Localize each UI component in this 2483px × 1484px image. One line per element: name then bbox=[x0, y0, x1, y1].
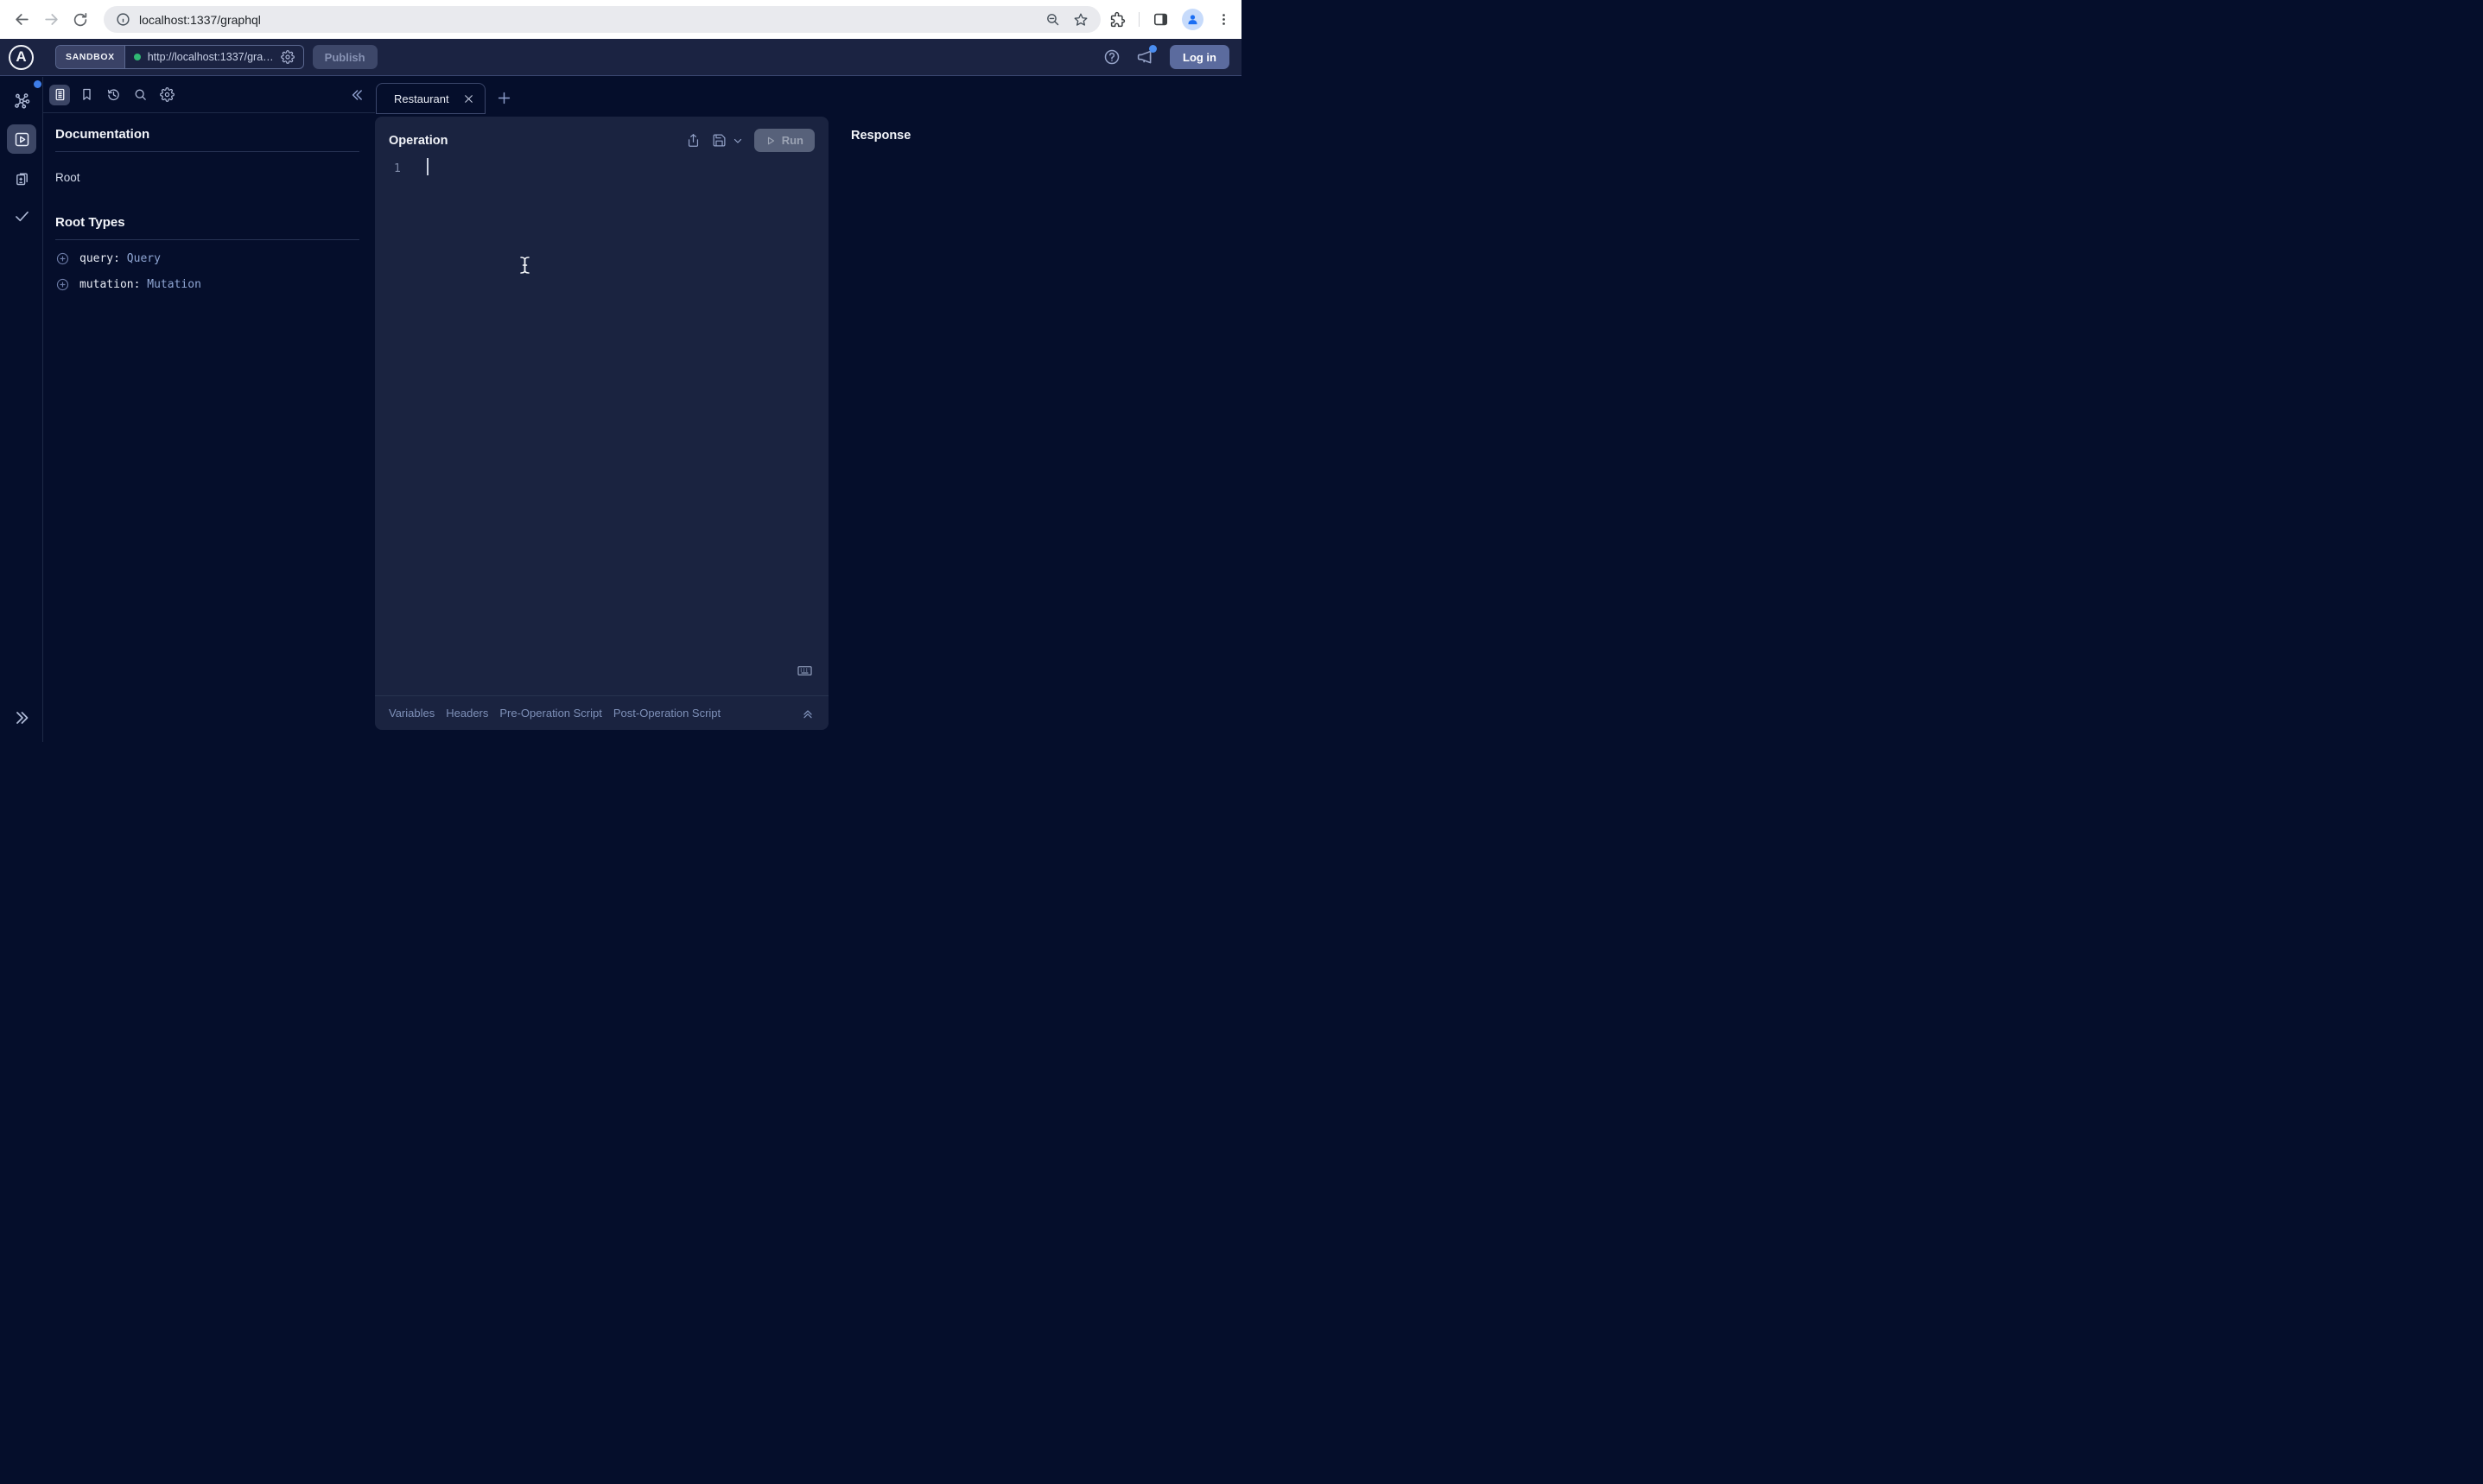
operation-footer: Variables Headers Pre-Operation Script P… bbox=[375, 695, 829, 730]
close-icon[interactable] bbox=[463, 93, 474, 105]
documentation-panel: Documentation Root Root Types query: Que… bbox=[43, 77, 375, 742]
history-icon[interactable] bbox=[103, 85, 124, 105]
sandbox-badge: SANDBOX bbox=[56, 46, 125, 68]
chevron-down-icon[interactable] bbox=[733, 136, 743, 146]
collapse-left-icon[interactable] bbox=[349, 86, 366, 104]
documentation-title: Documentation bbox=[55, 127, 359, 142]
info-icon[interactable] bbox=[116, 12, 130, 27]
expand-right-icon[interactable] bbox=[11, 707, 32, 728]
notification-dot bbox=[1149, 45, 1157, 53]
circle-plus-icon[interactable] bbox=[55, 251, 70, 266]
share-icon[interactable] bbox=[686, 133, 701, 148]
settings-icon[interactable] bbox=[156, 85, 177, 105]
schema-graph-icon[interactable] bbox=[7, 86, 36, 116]
changelog-icon[interactable] bbox=[7, 163, 36, 193]
field-type[interactable]: Query bbox=[127, 252, 161, 265]
tab-post-operation-script[interactable]: Post-Operation Script bbox=[613, 707, 721, 720]
side-panel-icon[interactable] bbox=[1153, 11, 1169, 28]
text-caret bbox=[427, 158, 429, 175]
url-text[interactable]: localhost:1337/graphql bbox=[139, 13, 1045, 27]
toolbar-divider bbox=[1139, 12, 1140, 27]
explorer-icon[interactable] bbox=[7, 124, 36, 154]
root-type-row-query[interactable]: query: Query bbox=[55, 251, 359, 266]
tab-pre-operation-script[interactable]: Pre-Operation Script bbox=[499, 707, 602, 720]
apollo-toolbar: A SANDBOX http://localhost:1337/gra… Pub… bbox=[0, 39, 1242, 76]
save-icon[interactable] bbox=[712, 133, 727, 148]
help-icon[interactable] bbox=[1103, 48, 1121, 66]
profile-avatar[interactable] bbox=[1182, 9, 1203, 30]
connection-status-dot bbox=[134, 54, 141, 60]
apollo-logo[interactable]: A bbox=[9, 45, 34, 70]
field-name: mutation: bbox=[79, 278, 140, 291]
left-nav-rail bbox=[0, 77, 43, 742]
tab-label: Restaurant bbox=[394, 92, 463, 105]
checks-icon[interactable] bbox=[7, 201, 36, 231]
field-type[interactable]: Mutation bbox=[147, 278, 201, 291]
zoom-out-icon[interactable] bbox=[1045, 12, 1060, 27]
add-tab-icon[interactable] bbox=[496, 90, 512, 106]
bookmark-icon[interactable] bbox=[76, 85, 97, 105]
bookmark-star-icon[interactable] bbox=[1073, 12, 1089, 28]
search-icon[interactable] bbox=[130, 85, 150, 105]
tab-headers[interactable]: Headers bbox=[446, 707, 488, 720]
forward-icon[interactable] bbox=[36, 5, 66, 35]
operation-editor[interactable]: 1 bbox=[375, 152, 829, 636]
docs-icon[interactable] bbox=[49, 85, 70, 105]
root-type-row-mutation[interactable]: mutation: Mutation bbox=[55, 277, 359, 292]
publish-button[interactable]: Publish bbox=[313, 45, 378, 69]
endpoint-pill[interactable]: SANDBOX http://localhost:1337/gra… bbox=[55, 45, 304, 69]
back-icon[interactable] bbox=[7, 5, 36, 35]
tab-restaurant[interactable]: Restaurant bbox=[376, 83, 486, 114]
reload-icon[interactable] bbox=[66, 5, 95, 35]
extensions-icon[interactable] bbox=[1109, 11, 1126, 28]
divider bbox=[55, 151, 359, 152]
response-title: Response bbox=[829, 117, 1242, 143]
gear-icon[interactable] bbox=[281, 50, 295, 64]
circle-plus-icon[interactable] bbox=[55, 277, 70, 292]
text-cursor bbox=[519, 256, 530, 275]
schema-notification-dot bbox=[34, 80, 41, 88]
endpoint-url[interactable]: http://localhost:1337/gra… bbox=[148, 51, 274, 63]
operation-title: Operation bbox=[389, 134, 448, 148]
field-name: query: bbox=[79, 252, 120, 265]
tab-variables[interactable]: Variables bbox=[389, 707, 435, 720]
documentation-toolbar bbox=[43, 77, 375, 113]
operation-panel: Operation Run 1 bbox=[375, 117, 829, 730]
root-types-title: Root Types bbox=[55, 215, 359, 230]
address-bar[interactable]: localhost:1337/graphql bbox=[104, 6, 1101, 33]
keyboard-shortcuts-icon[interactable] bbox=[797, 663, 813, 679]
menu-dots-icon[interactable] bbox=[1216, 12, 1231, 27]
line-number: 1 bbox=[394, 162, 401, 175]
main-area: Documentation Root Root Types query: Que… bbox=[0, 77, 1242, 742]
browser-chrome: localhost:1337/graphql bbox=[0, 0, 1242, 39]
divider bbox=[55, 239, 359, 240]
announcements-icon[interactable] bbox=[1136, 48, 1154, 67]
collapse-up-icon[interactable] bbox=[801, 707, 815, 720]
play-icon bbox=[765, 136, 776, 146]
run-button[interactable]: Run bbox=[754, 129, 815, 152]
login-button[interactable]: Log in bbox=[1170, 45, 1229, 69]
docs-root-item[interactable]: Root bbox=[55, 171, 359, 184]
response-panel: Response bbox=[829, 117, 1242, 742]
